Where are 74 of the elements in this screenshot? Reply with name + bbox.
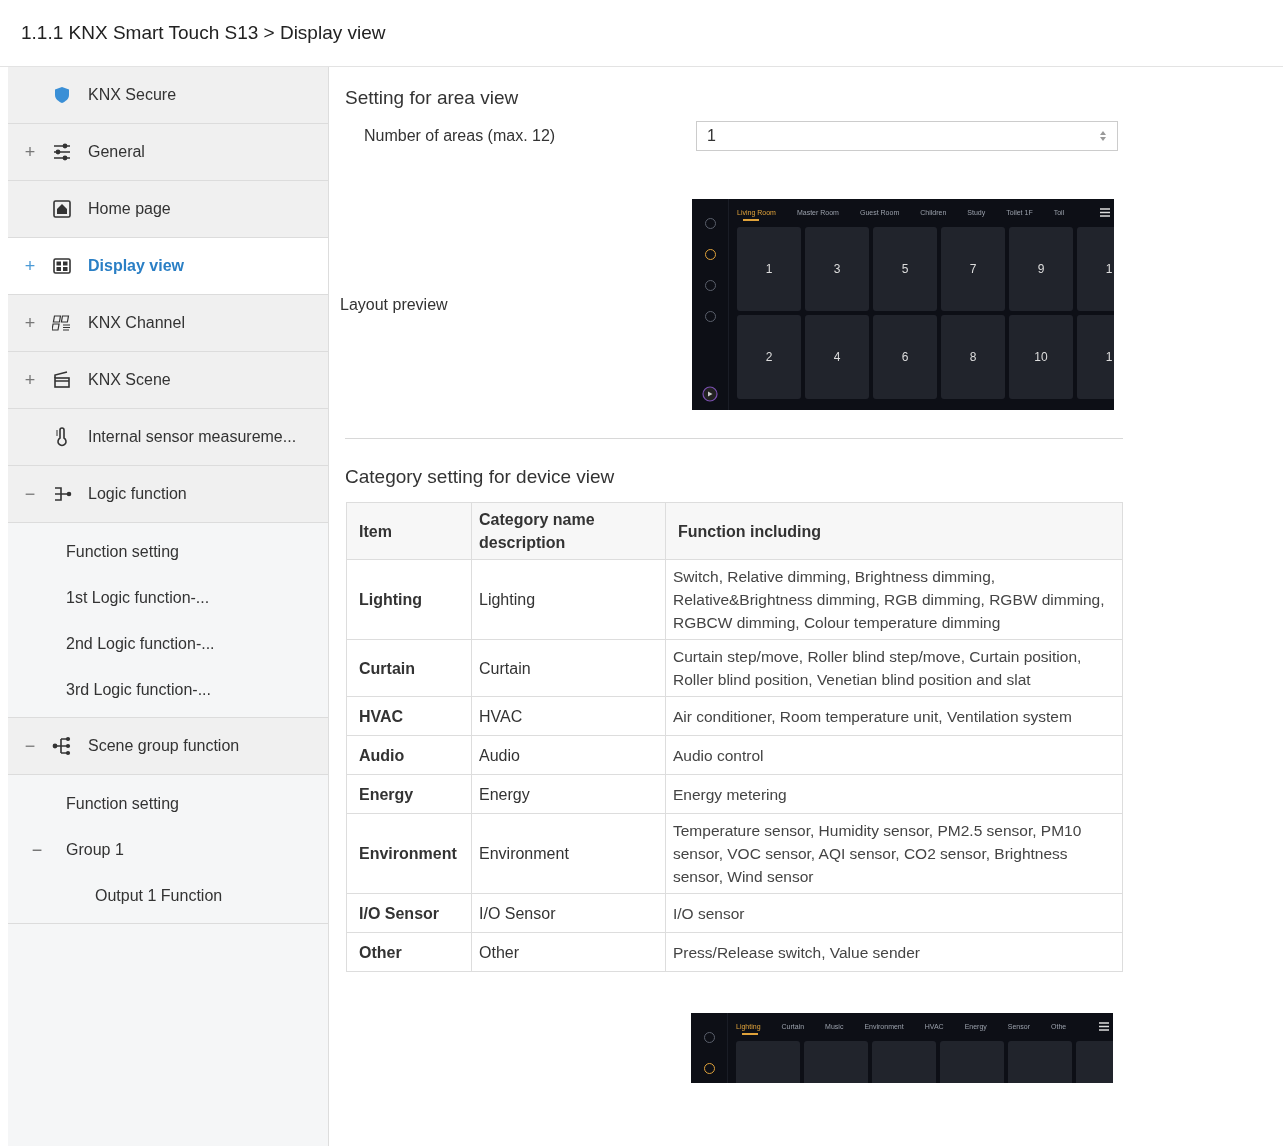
table-cell: Audio control xyxy=(665,735,1123,775)
table-cell: Audio xyxy=(471,735,666,775)
number-field[interactable]: 1 xyxy=(696,121,1118,151)
spinner-arrows-icon[interactable] xyxy=(1099,130,1107,142)
preview-tile: 8 xyxy=(941,315,1005,399)
field-label: Number of areas (max. 12) xyxy=(363,127,557,145)
logic-icon xyxy=(52,484,72,504)
field-label: Layout preview xyxy=(340,295,449,314)
table-cell: I/O Sensor xyxy=(471,893,666,933)
menu-icon xyxy=(1099,1022,1109,1031)
shield-icon xyxy=(52,85,72,105)
table-cell: Curtain xyxy=(346,639,472,697)
menu-icon xyxy=(1100,208,1110,217)
preview-tile: 3 xyxy=(805,227,869,311)
sidebar-item[interactable]: + KNX Channel xyxy=(8,295,328,352)
table-cell: I/O sensor xyxy=(665,893,1123,933)
sidebar: KNX Secure + General Home page + Display view + KNX Channel + KNX Scene Internal sensor measureme... − Logic function Function setting 1st Logic function-... 2nd Logic function-... 3rd Logic function-... − Scene group function Function setting − Group 1 Output 1 Function xyxy=(8,67,329,1146)
table-cell: Temperature sensor, Humidity sensor, PM2.5 sensor, PM10 sensor, VOC sensor, AQI sensor, CO2 sensor, Brightness sensor, Wind sensor xyxy=(665,813,1123,894)
table-cell: Lighting xyxy=(346,559,472,640)
sliders-icon xyxy=(52,142,72,162)
sidebar-item[interactable]: Internal sensor measureme... xyxy=(8,409,328,466)
column-header: Function including xyxy=(665,502,1123,560)
sidebar-item[interactable]: − Scene group function xyxy=(8,718,328,775)
preview-tile: 2 xyxy=(737,315,801,399)
tree-icon xyxy=(52,736,72,756)
table-cell: HVAC xyxy=(471,696,666,736)
table-cell: Curtain xyxy=(471,639,666,697)
table-cell: I/O Sensor xyxy=(346,893,472,933)
table-cell: Other xyxy=(471,932,666,972)
table-cell: Energy metering xyxy=(665,774,1123,814)
home-icon xyxy=(52,199,72,219)
sidebar-item[interactable]: + KNX Scene xyxy=(8,352,328,409)
preview-tile: 7 xyxy=(941,227,1005,311)
clapper-icon xyxy=(52,370,72,390)
table-cell: Energy xyxy=(471,774,666,814)
column-header: Item xyxy=(346,502,472,560)
play-icon xyxy=(702,386,718,402)
table-cell: Audio xyxy=(346,735,472,775)
table-cell: Energy xyxy=(346,774,472,814)
sidebar-subitem[interactable]: 1st Logic function-... xyxy=(66,589,210,607)
preview-tile: 10 xyxy=(1009,315,1073,399)
grid-icon xyxy=(52,256,72,276)
preview-tile: 4 xyxy=(805,315,869,399)
preview-tile: 1 xyxy=(1077,315,1114,399)
table-cell: Environment xyxy=(471,813,666,894)
table-cell: Curtain step/move, Roller blind step/move, Curtain position, Roller blind position, Venetian blind position and slat xyxy=(665,639,1123,697)
sidebar-subitem[interactable]: Function setting xyxy=(66,543,179,561)
sidebar-subitem[interactable]: 2nd Logic function-... xyxy=(66,635,215,653)
preview-tile: 6 xyxy=(873,315,937,399)
table-cell: Lighting xyxy=(471,559,666,640)
sidebar-subitem[interactable]: 3rd Logic function-... xyxy=(66,681,211,699)
section-heading: Category setting for device view xyxy=(345,466,616,488)
sidebar-item[interactable]: − Logic function xyxy=(8,466,328,523)
table-cell: Air conditioner, Room temperature unit, Ventilation system xyxy=(665,696,1123,736)
column-header: Category name description xyxy=(471,502,666,560)
preview-tile: 9 xyxy=(1009,227,1073,311)
preview-tile: 1 xyxy=(737,227,801,311)
sidebar-subitem[interactable]: Group 1 xyxy=(66,841,124,859)
sidebar-item[interactable]: + Display view xyxy=(8,238,328,295)
table-cell: Switch, Relative dimming, Brightness dimming, Relative&Brightness dimming, RGB dimming, RGBW dimming, RGBCW dimming, Colour temperature dimming xyxy=(665,559,1123,640)
sidebar-item[interactable]: Home page xyxy=(8,181,328,238)
preview-tile: 1 xyxy=(1077,227,1114,311)
sidebar-item[interactable]: + General xyxy=(8,124,328,181)
section-heading: Setting for area view xyxy=(345,87,520,109)
table-cell: HVAC xyxy=(346,696,472,736)
table-cell: Other xyxy=(346,932,472,972)
sidebar-subitem[interactable]: Output 1 Function xyxy=(95,887,223,905)
table-cell: Environment xyxy=(346,813,472,894)
table-cell: Press/Release switch, Value sender xyxy=(665,932,1123,972)
channel-icon xyxy=(52,313,72,333)
preview-tile: 5 xyxy=(873,227,937,311)
page-title: 1.1.1 KNX Smart Touch S13 > Display view xyxy=(21,22,386,44)
sidebar-subitem[interactable]: Function setting xyxy=(66,795,179,813)
sidebar-item[interactable]: KNX Secure xyxy=(8,67,328,124)
